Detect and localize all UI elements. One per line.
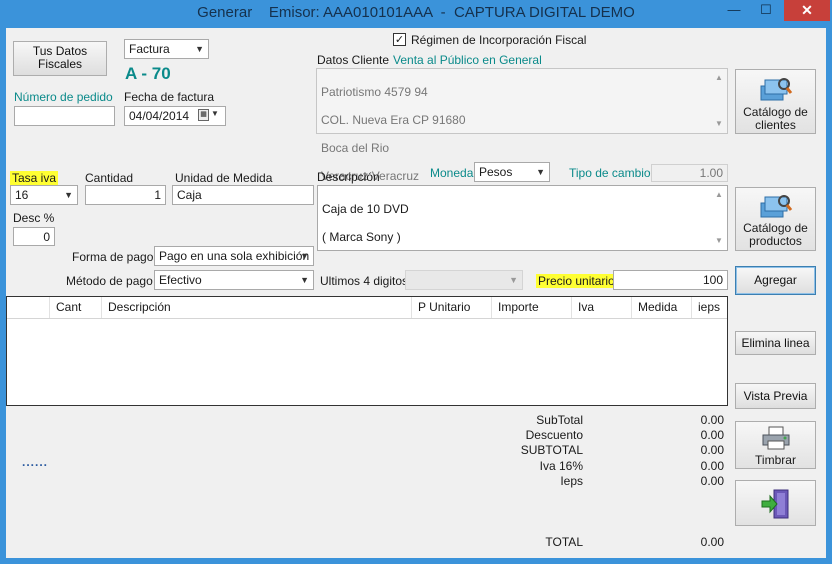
exit-door-icon (736, 488, 815, 520)
catalogo-clientes-button[interactable]: Catálogo de clientes (735, 69, 816, 134)
grid-col-ieps[interactable]: ieps (691, 297, 727, 318)
descripcion-label: Descripción (317, 170, 380, 184)
vista-previa-button[interactable]: Vista Previa (735, 383, 816, 409)
regimen-label: Régimen de Incorporación Fiscal (411, 33, 587, 47)
subtotal2-value: 0.00 (700, 443, 724, 457)
ieps-label: Ieps (560, 474, 583, 488)
scroll-down-icon[interactable]: ▼ (713, 234, 725, 248)
iva-label: Iva 16% (539, 459, 583, 473)
cantidad-label: Cantidad (85, 171, 134, 185)
elimina-linea-button[interactable]: Elimina linea (735, 331, 816, 355)
unidad-input[interactable]: Caja (172, 185, 314, 205)
subtotal-value: 0.00 (700, 413, 724, 427)
grid-col-descripcion[interactable]: Descripción (101, 297, 411, 318)
moneda-select[interactable]: Pesos ▼ (474, 162, 550, 182)
scroll-down-icon[interactable]: ▼ (713, 117, 725, 131)
descuento-value: 0.00 (700, 428, 724, 442)
moneda-label: Moneda (430, 166, 474, 180)
window-frame-bottom (0, 558, 832, 564)
cantidad-input[interactable]: 1 (85, 185, 166, 205)
descuento-label: Descuento (525, 428, 583, 442)
grid-col-p-unitario[interactable]: P Unitario (411, 297, 491, 318)
chevron-down-icon: ▼ (536, 167, 545, 177)
status-dots: ...... (22, 455, 49, 469)
catalogo-productos-label: Catálogo de productos (743, 221, 808, 248)
grid-col-iva[interactable]: Iva (571, 297, 631, 318)
datos-cliente-label: Datos Cliente (317, 53, 390, 67)
address-line: COL. Nueva Era CP 91680 (321, 113, 466, 127)
minimize-button[interactable]: — (720, 0, 748, 21)
doc-type-value: Factura (129, 42, 170, 56)
address-line: Patriotismo 4579 94 (321, 85, 428, 99)
tasa-iva-label: Tasa iva (10, 171, 59, 185)
maximize-button[interactable]: ☐ (752, 0, 780, 21)
items-grid[interactable]: Cant Descripción P Unitario Importe Iva … (6, 296, 728, 406)
timbrar-button[interactable]: Timbrar (735, 421, 816, 469)
grid-header: Cant Descripción P Unitario Importe Iva … (7, 297, 727, 319)
cliente-name-link[interactable]: Venta al Público en General (393, 53, 542, 67)
numero-pedido-input[interactable] (14, 106, 115, 126)
scroll-up-icon[interactable]: ▲ (713, 188, 725, 202)
folio-label: A - 70 (125, 64, 171, 83)
cliente-address-box: Patriotismo 4579 94 COL. Nueva Era CP 91… (316, 68, 728, 183)
metodo-pago-label: Método de pago (66, 274, 153, 288)
calendar-icon[interactable]: ▦ (198, 109, 209, 121)
exit-button[interactable] (735, 480, 816, 526)
tipo-cambio-input[interactable]: 1.00 (651, 164, 728, 182)
grid-col-importe[interactable]: Importe (491, 297, 571, 318)
tasa-iva-value: 16 (15, 188, 29, 202)
forma-pago-label: Forma de pago (72, 250, 154, 264)
subtotal2-label: SUBTOTAL (520, 443, 583, 457)
descripcion-line: Caja de 10 DVD (322, 202, 409, 216)
forma-pago-value: Pago en una sola exhibición (159, 249, 310, 263)
doc-type-select[interactable]: Factura ▼ (124, 39, 209, 59)
metodo-pago-select[interactable]: Efectivo ▼ (154, 270, 314, 290)
tus-datos-fiscales-button[interactable]: Tus Datos Fiscales (13, 41, 107, 76)
forma-pago-select[interactable]: Pago en una sola exhibición ▼ (154, 246, 314, 266)
descripcion-line: ( Marca Sony ) (322, 230, 401, 244)
tasa-iva-select[interactable]: 16 ▼ (10, 185, 78, 205)
chevron-down-icon: ▼ (211, 109, 219, 118)
total-value: 0.00 (700, 535, 724, 549)
fecha-label: Fecha de factura (124, 90, 215, 104)
precio-label: Precio unitario (536, 274, 617, 288)
grid-col-select[interactable] (7, 297, 49, 318)
chevron-down-icon: ▼ (300, 275, 309, 285)
catalogo-productos-button[interactable]: Catálogo de productos (735, 187, 816, 251)
unidad-label: Unidad de Medida (175, 171, 273, 185)
agregar-button[interactable]: Agregar (735, 266, 816, 295)
grid-col-cant[interactable]: Cant (49, 297, 101, 318)
precio-input[interactable]: 100 (613, 270, 728, 290)
chevron-down-icon: ▼ (195, 44, 204, 54)
ieps-value: 0.00 (700, 474, 724, 488)
fecha-value: 04/04/2014 (129, 109, 190, 123)
chevron-down-icon: ▼ (509, 275, 518, 285)
desc-pct-input[interactable]: 0 (13, 227, 55, 246)
grid-col-medida[interactable]: Medida (631, 297, 691, 318)
regimen-checkbox[interactable]: ✓ (393, 33, 406, 46)
close-button[interactable]: ✕ (784, 0, 830, 21)
moneda-value: Pesos (479, 165, 513, 179)
ultimos-label: Ultimos 4 digitos (320, 274, 409, 288)
numero-pedido-label: Número de pedido (14, 90, 113, 104)
window-frame-right (826, 28, 832, 564)
tipo-cambio-label: Tipo de cambio (569, 166, 651, 180)
chevron-down-icon: ▼ (64, 190, 73, 200)
products-catalog-icon (736, 193, 815, 221)
address-line: Boca del Rio (321, 141, 390, 155)
catalogo-clientes-label: Catálogo de clientes (743, 105, 808, 132)
iva-value: 0.00 (700, 459, 724, 473)
desc-pct-label: Desc % (13, 211, 55, 225)
window-title: Generar Emisor: AAA010101AAA - CAPTURA D… (197, 4, 635, 21)
chevron-down-icon: ▼ (300, 251, 309, 261)
scroll-up-icon[interactable]: ▲ (713, 71, 725, 85)
clients-catalog-icon (736, 76, 815, 104)
metodo-pago-value: Efectivo (159, 273, 202, 287)
ultimos-select[interactable]: ▼ (405, 270, 523, 290)
descripcion-textarea[interactable]: Caja de 10 DVD ( Marca Sony ) ▲ ▼ (317, 185, 728, 251)
printer-icon (736, 426, 815, 450)
timbrar-label: Timbrar (755, 453, 796, 467)
total-label: TOTAL (545, 535, 583, 549)
subtotal-label: SubTotal (536, 413, 583, 427)
